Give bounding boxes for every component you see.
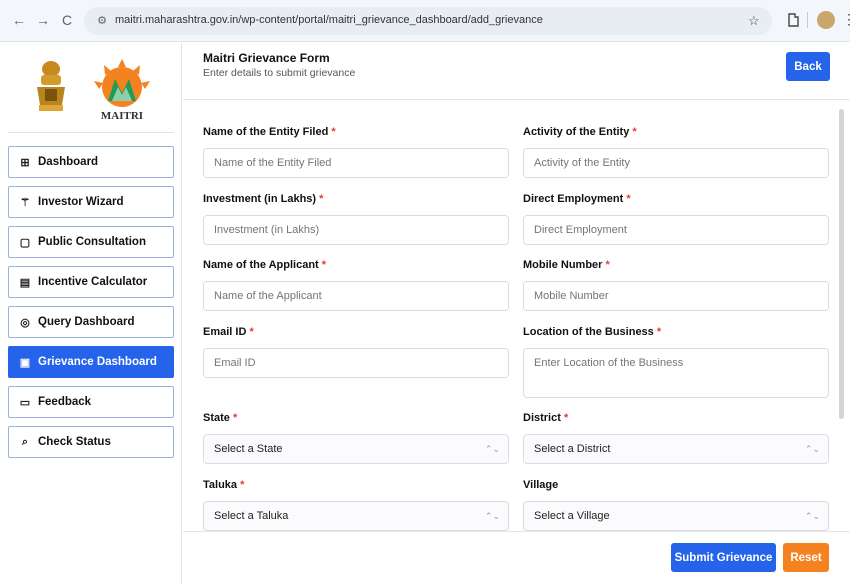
village-select-value: Select a Village — [534, 510, 610, 522]
submit-grievance-button[interactable]: Submit Grievance — [671, 543, 776, 572]
activity-input[interactable] — [523, 148, 829, 178]
sidebar-item-feedback[interactable]: ▭ Feedback — [8, 386, 174, 418]
site-settings-icon[interactable]: ⚙ — [94, 13, 110, 29]
bookmark-star-icon[interactable]: ☆ — [748, 13, 760, 29]
message-icon: ▭ — [19, 396, 31, 409]
email-input[interactable] — [203, 348, 509, 378]
form-footer: Submit Grievance Reset — [183, 531, 850, 584]
mobile-label: Mobile Number * — [523, 259, 610, 271]
toolbar-divider — [807, 12, 808, 28]
back-arrow-icon[interactable]: ← — [10, 11, 28, 29]
svg-text:MAITRI: MAITRI — [101, 110, 143, 122]
profile-avatar[interactable] — [817, 11, 835, 29]
address-bar[interactable]: ⚙ maitri.maharashtra.gov.in/wp-content/p… — [84, 7, 772, 35]
page-title: Maitri Grievance Form — [203, 51, 330, 65]
extensions-icon[interactable] — [786, 11, 800, 29]
sidebar-item-label: Public Consultation — [38, 236, 146, 248]
sidebar-item-label: Dashboard — [38, 156, 99, 168]
state-select[interactable]: Select a State ⌃⌄ — [203, 434, 509, 464]
state-select-value: Select a State — [214, 443, 283, 455]
reset-button[interactable]: Reset — [783, 543, 829, 572]
form-scrollbar[interactable] — [839, 109, 844, 419]
main-content: Maitri Grievance Form Enter details to s… — [183, 43, 850, 584]
state-label: State * — [203, 412, 238, 424]
location-label: Location of the Business * — [523, 326, 662, 338]
investment-input[interactable] — [203, 215, 509, 245]
sidebar-item-check-status[interactable]: ⌕ Check Status — [8, 426, 174, 458]
district-select[interactable]: Select a District ⌃⌄ — [523, 434, 829, 464]
employment-input[interactable] — [523, 215, 829, 245]
url-text[interactable]: maitri.maharashtra.gov.in/wp-content/por… — [115, 14, 543, 26]
sidebar-item-incentive-calculator[interactable]: ▤ Incentive Calculator — [8, 266, 174, 298]
activity-label: Activity of the Entity * — [523, 126, 637, 138]
applicant-label: Name of the Applicant * — [203, 259, 327, 271]
sidebar-item-label: Grievance Dashboard — [38, 356, 157, 368]
applicant-input[interactable] — [203, 281, 509, 311]
investment-label: Investment (in Lakhs) * — [203, 193, 324, 205]
sidebar-item-label: Incentive Calculator — [38, 276, 148, 288]
sidebar-item-dashboard[interactable]: ⊞ Dashboard — [8, 146, 174, 178]
taluka-select[interactable]: Select a Taluka ⌃⌄ — [203, 501, 509, 531]
file-icon: ▣ — [19, 356, 31, 369]
chevron-updown-icon: ⌃⌄ — [484, 444, 500, 454]
district-label: District * — [523, 412, 569, 424]
magic-wand-icon: ⚚ — [20, 196, 30, 209]
taluka-label: Taluka * — [203, 479, 245, 491]
village-select[interactable]: Select a Village ⌃⌄ — [523, 501, 829, 531]
chat-icon: ◎ — [20, 316, 30, 329]
state-emblem-icon — [37, 61, 65, 111]
mobile-input[interactable] — [523, 281, 829, 311]
sidebar-item-label: Query Dashboard — [38, 316, 135, 328]
chevron-updown-icon: ⌃⌄ — [804, 444, 820, 454]
entity-name-input[interactable] — [203, 148, 509, 178]
sidebar: MAITRI ⊞ Dashboard ⚚ Investor Wizard ▢ P… — [0, 43, 182, 584]
employment-label: Direct Employment * — [523, 193, 631, 205]
reload-icon[interactable]: C — [58, 11, 76, 29]
sidebar-item-public-consultation[interactable]: ▢ Public Consultation — [8, 226, 174, 258]
maitri-logo: MAITRI — [94, 59, 150, 122]
form-header: Maitri Grievance Form Enter details to s… — [183, 43, 850, 100]
grid-icon: ⊞ — [20, 156, 30, 169]
entity-name-label: Name of the Entity Filed * — [203, 126, 336, 138]
village-label: Village — [523, 479, 559, 491]
taluka-select-value: Select a Taluka — [214, 510, 289, 522]
sidebar-item-investor-wizard[interactable]: ⚚ Investor Wizard — [8, 186, 174, 218]
browser-toolbar: ← → C ⚙ maitri.maharashtra.gov.in/wp-con… — [0, 0, 850, 42]
sidebar-item-label: Feedback — [38, 396, 92, 408]
forward-arrow-icon[interactable]: → — [34, 11, 52, 29]
document-icon: ▢ — [19, 236, 31, 249]
chevron-updown-icon: ⌃⌄ — [804, 511, 820, 521]
more-menu-icon[interactable]: ⋮ — [842, 11, 850, 27]
district-select-value: Select a District — [534, 443, 611, 455]
location-textarea[interactable] — [523, 348, 829, 398]
search-icon: ⌕ — [21, 435, 29, 448]
sidebar-item-query-dashboard[interactable]: ◎ Query Dashboard — [8, 306, 174, 338]
email-label: Email ID * — [203, 326, 254, 338]
sidebar-item-label: Investor Wizard — [38, 196, 124, 208]
sidebar-item-grievance-dashboard[interactable]: ▣ Grievance Dashboard — [8, 346, 174, 378]
calculator-icon: ▤ — [19, 276, 31, 289]
page-subtitle: Enter details to submit grievance — [203, 67, 356, 79]
logo-area: MAITRI — [8, 43, 174, 133]
sidebar-item-label: Check Status — [38, 436, 111, 448]
back-button[interactable]: Back — [786, 52, 830, 81]
chevron-updown-icon: ⌃⌄ — [484, 511, 500, 521]
